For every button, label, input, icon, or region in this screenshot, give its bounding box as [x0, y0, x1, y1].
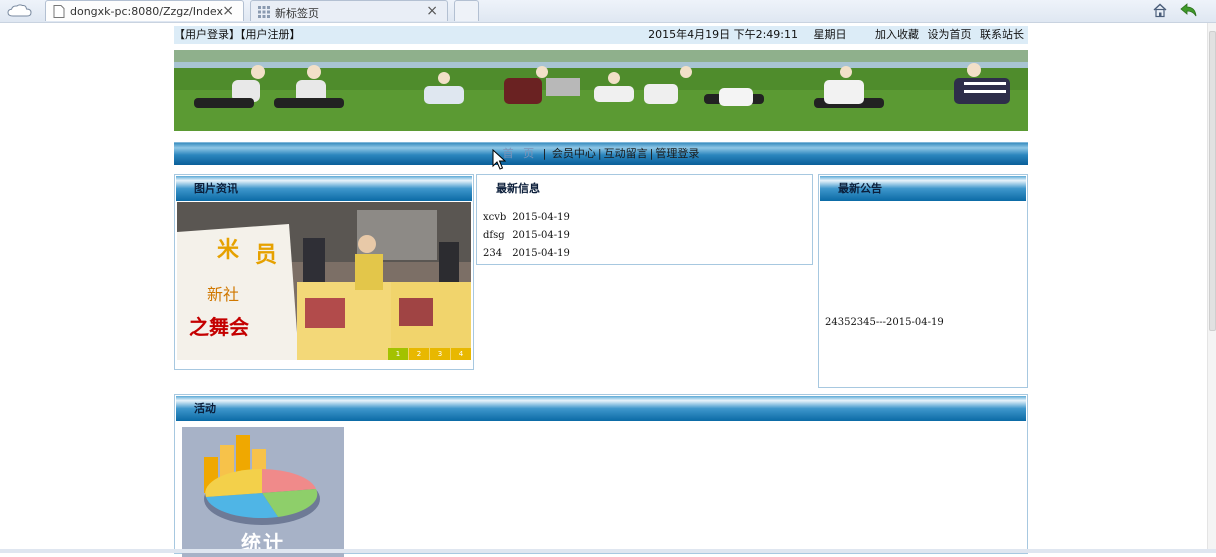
nav-admin-login[interactable]: 管理登录	[655, 147, 699, 160]
poster-char: 米	[217, 238, 240, 263]
news-date: 2015-04-19	[512, 230, 570, 241]
news-title: xcvb	[483, 212, 507, 223]
nav-separator: |	[649, 147, 654, 160]
home-icon[interactable]	[1152, 2, 1168, 18]
contact-admin-link[interactable]: 联系站长	[980, 28, 1024, 41]
scrollbar-thumb[interactable]	[1209, 31, 1216, 331]
picture-slideshow[interactable]: 米 员 新社 之舞会 1 2 3 4	[177, 202, 471, 360]
window-bottom-edge	[0, 549, 1216, 553]
picture-news-title: 图片资讯	[176, 176, 472, 201]
nav-member-center[interactable]: 会员中心	[552, 147, 596, 160]
page-icon	[53, 5, 65, 18]
tab-title: dongxk-pc:8080/Zzgz/Index	[70, 5, 224, 18]
news-title: dfsg	[483, 230, 505, 241]
announcement-panel: 最新公告 24352345---2015-04-19	[818, 174, 1028, 388]
tab-active[interactable]: dongxk-pc:8080/Zzgz/Index ×	[45, 0, 244, 21]
tab-close-icon[interactable]: ×	[222, 3, 234, 19]
list-item[interactable]: xcvb 2015-04-19	[483, 209, 570, 227]
current-weekday: 星期日	[813, 28, 847, 41]
new-tab-button[interactable]	[454, 0, 479, 21]
slide-page-button[interactable]: 3	[430, 348, 450, 360]
vertical-scrollbar[interactable]	[1207, 23, 1216, 553]
cloud-icon[interactable]	[4, 2, 40, 20]
announcement-title: 最新公告	[820, 176, 1026, 201]
announcement-item[interactable]: 24352345---2015-04-19	[825, 317, 944, 328]
slide-page-button[interactable]: 4	[451, 348, 471, 360]
grid-icon	[258, 6, 270, 18]
slide-page-button[interactable]: 1	[388, 348, 408, 360]
user-links: 【用户登录】【用户注册】	[174, 26, 301, 44]
current-datetime: 2015年4月19日 下午2:49:11	[648, 28, 798, 41]
news-date: 2015-04-19	[512, 248, 570, 259]
picture-news-panel: 图片资讯 米 员 新社 之舞会 1 2 3 4	[174, 174, 474, 370]
top-right-info: 2015年4月19日 下午2:49:11 星期日 加入收藏 设为首页 联系站长	[648, 26, 1024, 44]
nav-message-board[interactable]: 互动留言	[604, 147, 648, 160]
statistics-thumbnail[interactable]: 统计	[182, 427, 344, 557]
viewport-border	[0, 22, 1216, 23]
tab-close-icon[interactable]: ×	[426, 3, 438, 19]
latest-news-panel: 最新信息 xcvb 2015-04-19 dfsg 2015-04-19 234…	[476, 174, 813, 265]
back-arrow-icon[interactable]	[1180, 2, 1198, 18]
browser-tab-bar: dongxk-pc:8080/Zzgz/Index × 新标签页 ×	[0, 0, 1216, 23]
nav-home[interactable]: 首 页	[503, 147, 538, 160]
news-date: 2015-04-19	[512, 212, 570, 223]
tab-new-tab[interactable]: 新标签页 ×	[250, 0, 448, 21]
nav-separator: |	[597, 147, 602, 160]
list-item[interactable]: dfsg 2015-04-19	[483, 227, 570, 245]
poster-text: 之舞会	[189, 315, 249, 339]
club-fair-photo: 米 员 新社 之舞会	[177, 202, 471, 360]
poster-char: 员	[255, 243, 277, 268]
latest-news-list: xcvb 2015-04-19 dfsg 2015-04-19 234 2015…	[483, 209, 570, 263]
slide-page-button[interactable]: 2	[409, 348, 429, 360]
tab-title: 新标签页	[275, 7, 319, 20]
poster-text: 新社	[207, 285, 239, 304]
slide-pagination: 1 2 3 4	[387, 348, 471, 360]
mouse-cursor-icon	[492, 149, 506, 170]
banner-image	[174, 50, 1028, 131]
activity-panel: 活动 统计	[174, 394, 1028, 557]
add-favorite-link[interactable]: 加入收藏	[875, 28, 919, 41]
list-item[interactable]: 234 2015-04-19	[483, 245, 570, 263]
top-info-bar: 【用户登录】【用户注册】 2015年4月19日 下午2:49:11 星期日 加入…	[174, 26, 1028, 44]
nav-separator: |	[542, 147, 547, 160]
news-title: 234	[483, 248, 503, 259]
students-on-lawn-photo	[174, 50, 1028, 131]
main-nav: 首 页 | 会员中心 | 互动留言 | 管理登录	[174, 142, 1028, 165]
latest-news-title: 最新信息	[478, 176, 811, 201]
activity-title: 活动	[176, 396, 1026, 421]
register-link[interactable]: 【用户注册】	[240, 28, 301, 41]
login-link[interactable]: 【用户登录】	[174, 28, 240, 41]
set-homepage-link[interactable]: 设为首页	[928, 28, 972, 41]
